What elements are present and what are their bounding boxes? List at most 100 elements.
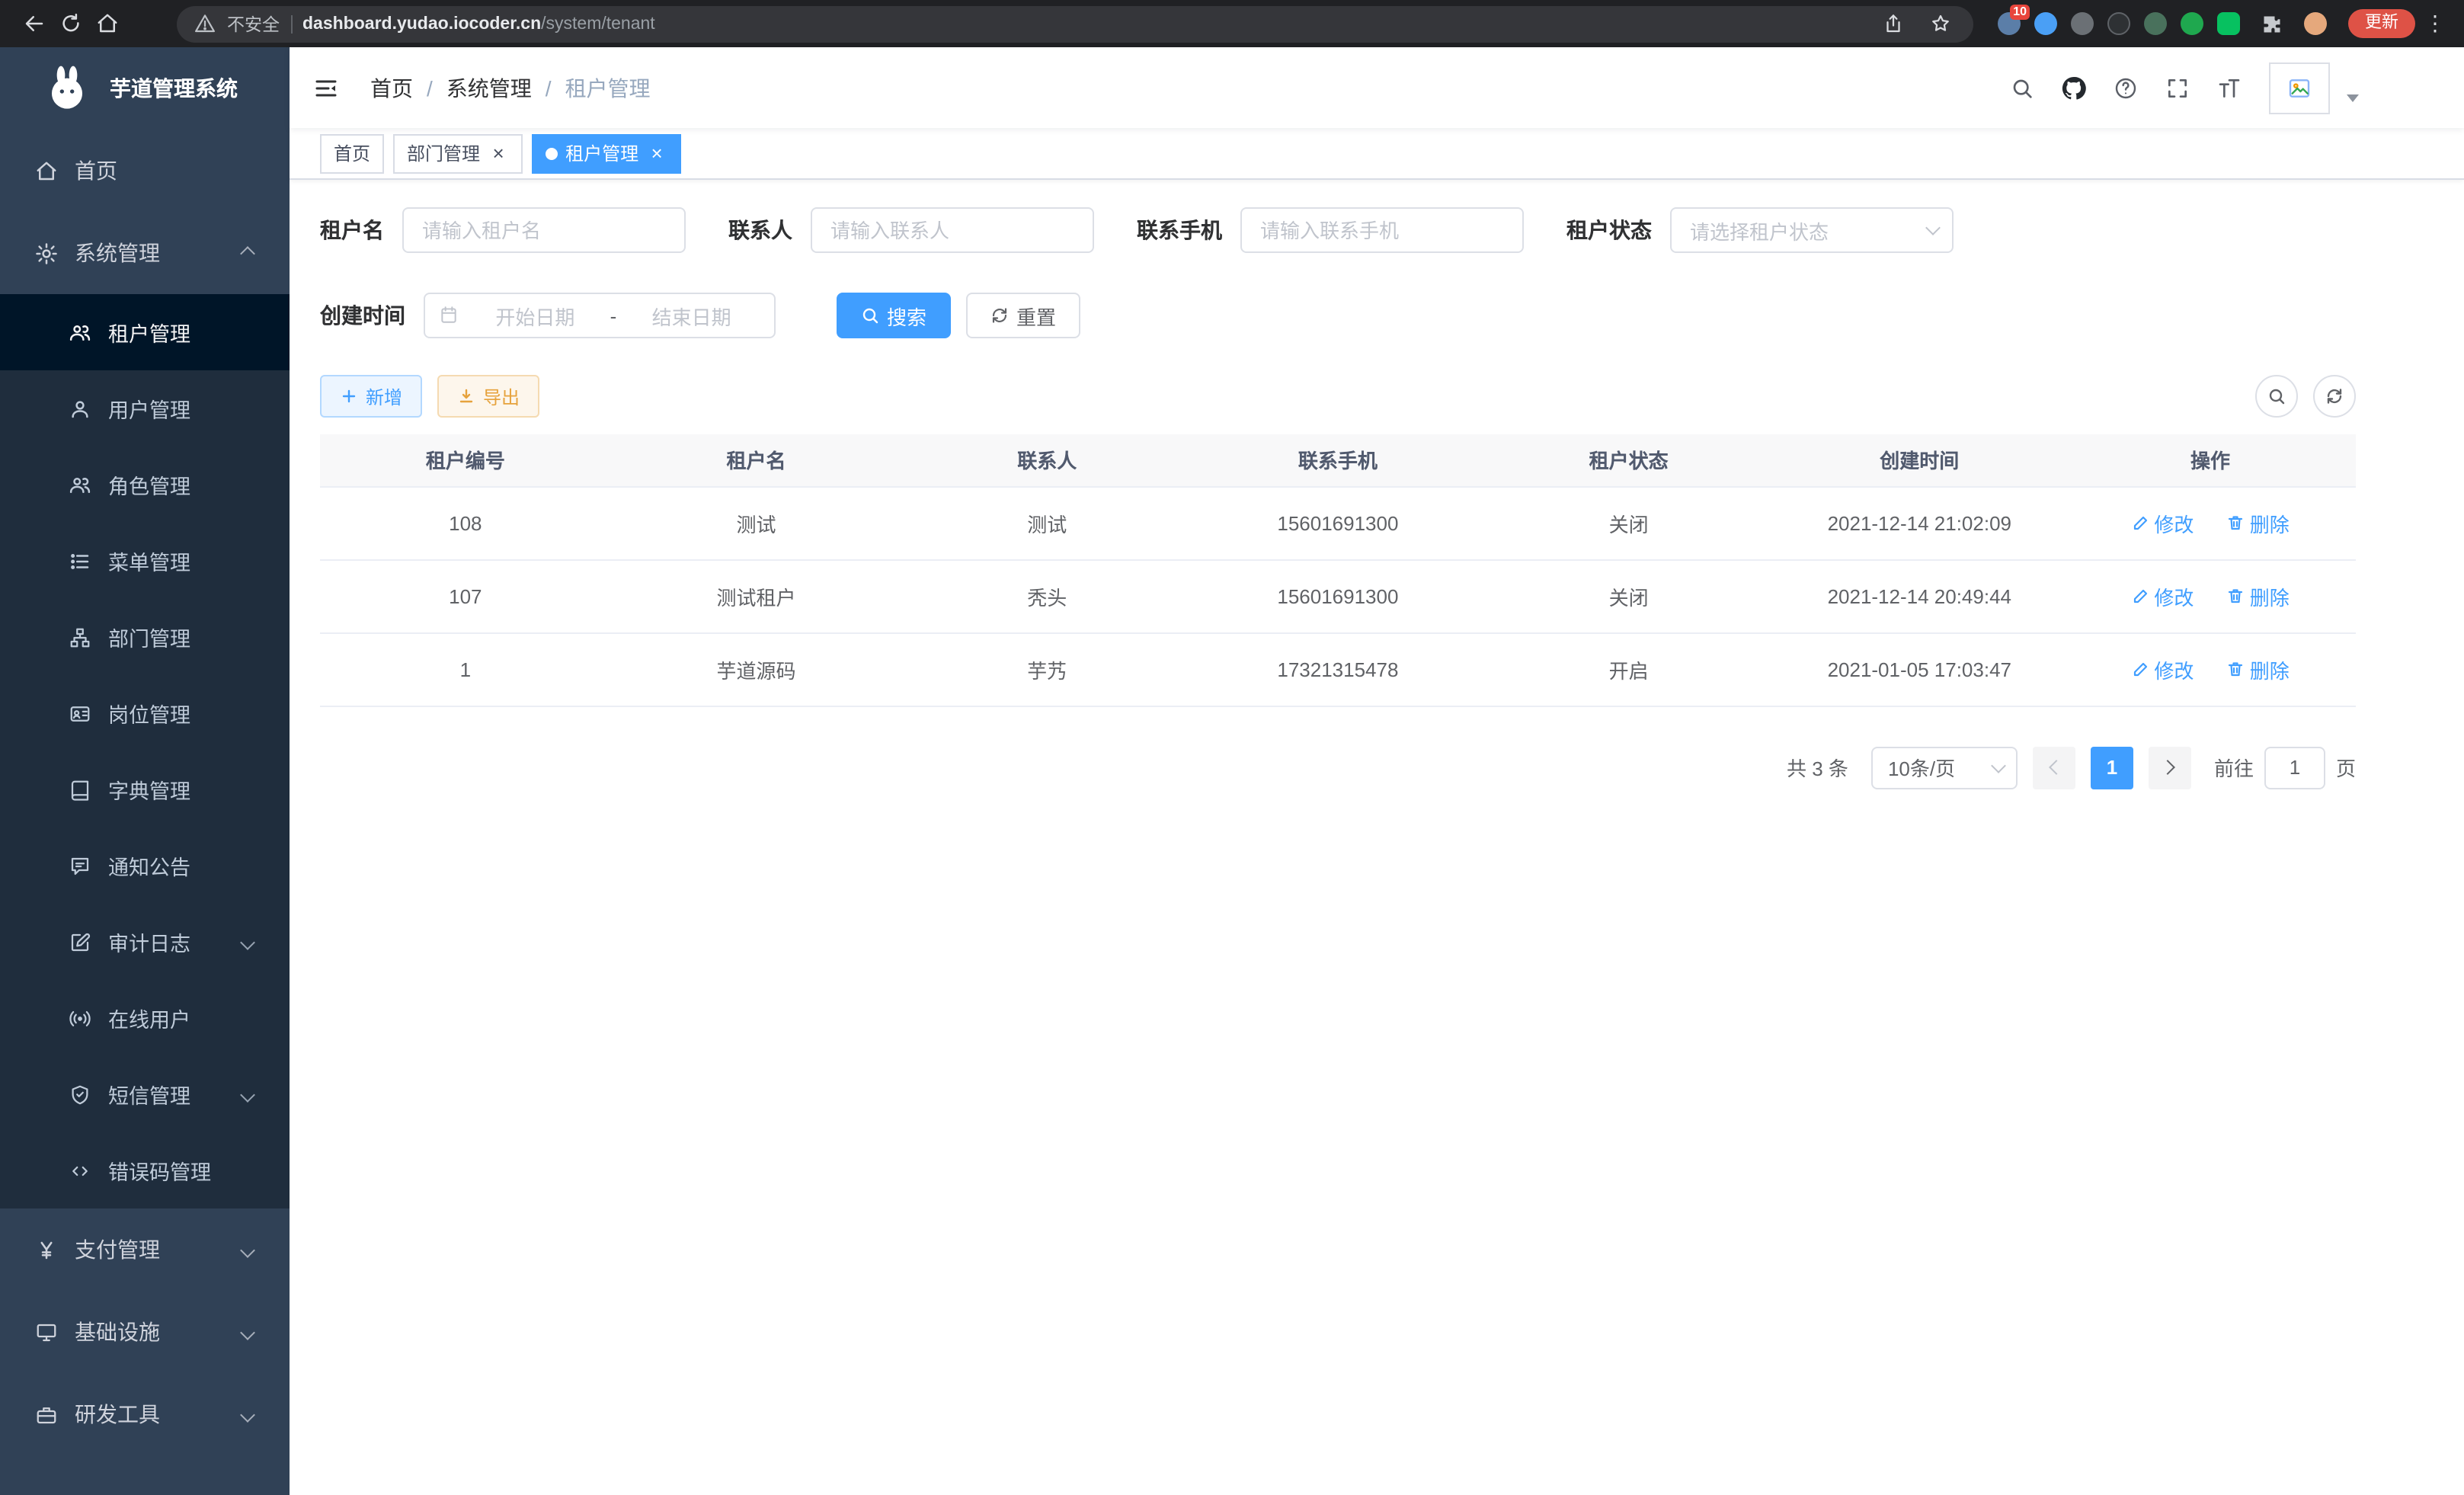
app-title: 芋道管理系统 — [110, 73, 238, 104]
sidebar-item-notice[interactable]: 通知公告 — [0, 828, 290, 904]
phone-input[interactable] — [1240, 207, 1524, 253]
tenant-name-input[interactable] — [402, 207, 686, 253]
sidebar-item-home[interactable]: 首页 — [0, 130, 290, 212]
puzzle-extensions-icon[interactable] — [2254, 5, 2290, 42]
extension-icon-5[interactable] — [2144, 12, 2167, 35]
url-text[interactable]: dashboard.yudao.iocoder.cn/system/tenant — [302, 14, 655, 33]
sidebar-logo[interactable]: 芋道管理系统 — [0, 47, 290, 130]
sidebar-item-error-code[interactable]: 错误码管理 — [0, 1132, 290, 1208]
calendar-icon — [439, 305, 460, 326]
edit-link[interactable]: 修改 — [2131, 655, 2194, 683]
date-end-placeholder[interactable]: 结束日期 — [622, 301, 760, 330]
sidebar-item-dict[interactable]: 字典管理 — [0, 751, 290, 828]
sidebar-item-label: 部门管理 — [108, 622, 190, 652]
next-page-button[interactable] — [2149, 746, 2191, 789]
github-icon[interactable] — [2053, 67, 2094, 108]
id-badge-icon — [67, 701, 91, 725]
breadcrumb-separator: / — [546, 75, 552, 100]
cell-tenant-id: 107 — [320, 559, 611, 632]
extension-icon-4[interactable] — [2107, 12, 2130, 35]
delete-link[interactable]: 删除 — [2227, 581, 2290, 610]
update-button[interactable]: 更新 — [2348, 9, 2415, 38]
extension-icon-7[interactable] — [2217, 12, 2240, 35]
sidebar-item-post[interactable]: 岗位管理 — [0, 675, 290, 751]
cell-tenant-name: 测试 — [611, 486, 902, 559]
user-avatar[interactable] — [2269, 62, 2330, 114]
delete-link[interactable]: 删除 — [2227, 655, 2290, 683]
font-size-icon[interactable] — [2208, 67, 2249, 108]
delete-link[interactable]: 删除 — [2227, 508, 2290, 537]
reset-button[interactable]: 重置 — [966, 293, 1080, 338]
tag-close-icon[interactable]: × — [488, 142, 509, 164]
user-menu-caret-icon[interactable] — [2347, 94, 2359, 102]
sidebar-item-menu[interactable]: 菜单管理 — [0, 523, 290, 599]
chevron-down-icon — [240, 1324, 255, 1340]
extension-icon-2[interactable] — [2034, 12, 2057, 35]
sidebar-item-audit-log[interactable]: 审计日志 — [0, 904, 290, 980]
sidebar-toggle-icon[interactable] — [312, 71, 346, 104]
fullscreen-icon[interactable] — [2156, 67, 2197, 108]
show-search-toggle-button[interactable] — [2255, 375, 2298, 418]
main-area: 首页 / 系统管理 / 租户管理 — [290, 47, 2464, 1495]
breadcrumb-separator: / — [427, 75, 433, 100]
edit-link-label: 修改 — [2154, 581, 2194, 610]
extension-icon-6[interactable] — [2181, 12, 2203, 35]
sidebar-item-user[interactable]: 用户管理 — [0, 370, 290, 447]
breadcrumb-home[interactable]: 首页 — [370, 72, 413, 103]
sidebar-item-system[interactable]: 系统管理 — [0, 212, 290, 294]
tag-home[interactable]: 首页 — [320, 133, 384, 173]
help-icon[interactable] — [2104, 67, 2146, 108]
date-start-placeholder[interactable]: 开始日期 — [466, 301, 604, 330]
prev-page-button[interactable] — [2033, 746, 2075, 789]
status-select[interactable]: 请选择租户状态 — [1670, 207, 1954, 253]
profile-avatar-icon[interactable] — [2304, 12, 2327, 35]
extension-icon-1[interactable]: 10 — [1998, 12, 2021, 35]
tag-dept[interactable]: 部门管理 × — [393, 133, 523, 173]
cell-phone: 15601691300 — [1192, 486, 1483, 559]
edit-link[interactable]: 修改 — [2131, 581, 2194, 610]
chevron-down-icon — [240, 1087, 255, 1102]
back-icon[interactable] — [15, 5, 52, 42]
export-button[interactable]: 导出 — [437, 375, 539, 418]
sidebar-item-infrastructure[interactable]: 基础设施 — [0, 1291, 290, 1373]
sidebar-item-role[interactable]: 角色管理 — [0, 447, 290, 523]
main-layout: 芋道管理系统 首页 系统管理 租户管理 用户管理 — [0, 47, 2464, 1495]
tag-close-icon[interactable]: × — [646, 142, 667, 164]
page-size-select[interactable]: 10条/页 — [1871, 746, 2018, 789]
edit-link[interactable]: 修改 — [2131, 508, 2194, 537]
table-row: 1 芋道源码 芋艿 17321315478 开启 2021-01-05 17:0… — [320, 632, 2356, 706]
chevron-right-icon — [2160, 760, 2175, 775]
reload-icon[interactable] — [52, 5, 88, 42]
create-time-label: 创建时间 — [320, 300, 424, 331]
sidebar-item-payment[interactable]: 支付管理 — [0, 1208, 290, 1291]
tag-label: 部门管理 — [407, 140, 480, 166]
code-icon — [67, 1158, 91, 1183]
tag-tenant-active[interactable]: 租户管理 × — [532, 133, 681, 173]
sidebar-item-dept[interactable]: 部门管理 — [0, 599, 290, 675]
status-label: 租户状态 — [1566, 215, 1670, 245]
browser-home-icon[interactable] — [88, 5, 125, 42]
address-bar[interactable]: 不安全 dashboard.yudao.iocoder.cn/system/te… — [177, 5, 1973, 42]
sidebar-item-tenant[interactable]: 租户管理 — [0, 294, 290, 370]
sidebar-item-online-users[interactable]: 在线用户 — [0, 980, 290, 1056]
search-button[interactable]: 搜索 — [837, 293, 951, 338]
breadcrumb-system[interactable]: 系统管理 — [446, 72, 532, 103]
share-icon[interactable] — [1874, 5, 1911, 42]
url-path[interactable]: /system/tenant — [541, 14, 655, 33]
goto-page-input[interactable] — [2264, 746, 2325, 789]
date-range-picker[interactable]: 开始日期 - 结束日期 — [424, 293, 776, 338]
search-icon[interactable] — [2001, 67, 2042, 108]
sidebar-item-sms[interactable]: 短信管理 — [0, 1056, 290, 1132]
refresh-button[interactable] — [2313, 375, 2356, 418]
contact-input[interactable] — [811, 207, 1094, 253]
edit-note-icon — [67, 930, 91, 954]
add-button[interactable]: 新增 — [320, 375, 422, 418]
sidebar-item-dev-tools[interactable]: 研发工具 — [0, 1373, 290, 1455]
security-label[interactable]: 不安全 — [227, 11, 280, 36]
extension-icon-3[interactable] — [2071, 12, 2094, 35]
url-host[interactable]: dashboard.yudao.iocoder.cn — [302, 14, 541, 33]
book-icon — [67, 777, 91, 802]
page-1-button[interactable]: 1 — [2091, 746, 2133, 789]
bookmark-star-icon[interactable] — [1922, 5, 1958, 42]
browser-menu-icon[interactable]: ⋮ — [2421, 11, 2449, 37]
